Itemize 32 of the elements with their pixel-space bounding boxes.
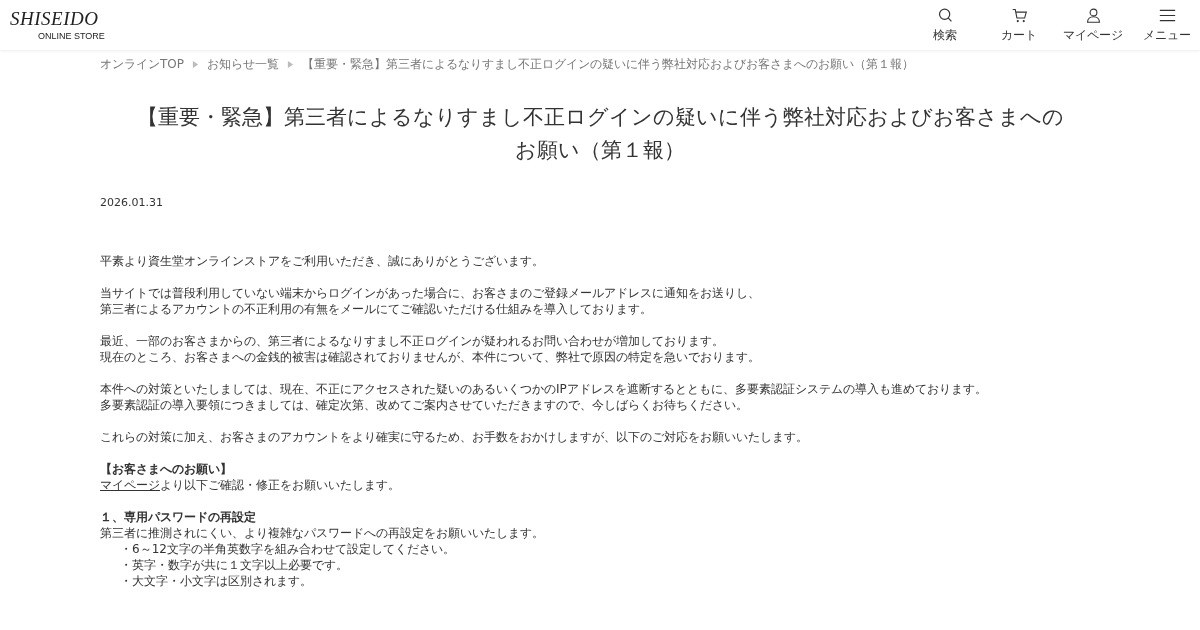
- search-icon: [936, 6, 954, 24]
- search-nav-button[interactable]: 検索: [912, 6, 978, 44]
- body-text: 当サイトでは普段利用していない端末からログインがあった場合に、お客さまのご登録メールアドレスに通知をお送りし、: [100, 285, 760, 302]
- bullet-item: ・6～12文字の半角英数字を組み合わせて設定してください。: [119, 541, 455, 558]
- section-heading: １、専用パスワードの再設定: [100, 509, 256, 526]
- body-text: 第三者によるアカウントの不正利用の有無をメールにてご確認いただける仕組みを導入しております。: [100, 301, 652, 318]
- bullet-item: ・大文字・小文字は区別されます。: [119, 573, 312, 590]
- mypage-link[interactable]: マイページ: [100, 478, 160, 493]
- breadcrumb-link[interactable]: 【重要・緊急】第三者によるなりすまし不正ログインの疑いに伴う弊社対応およびお客さまへのお願い（第１報）: [302, 56, 914, 73]
- body-text: これらの対策に加え、お客さまのアカウントをより確実に守るため、お手数をおかけしますが、以下のご対応をお願いいたします。: [100, 429, 808, 446]
- body-text: 現在のところ、お客さまへの金銭的被害は確認されておりませんが、本件について、弊社で原因の特定を急いでおります。: [100, 349, 760, 366]
- store-logo-subtitle: ONLINE STORE: [38, 32, 105, 41]
- chevron-icon: [192, 61, 199, 68]
- bullet-item: ・英字・数字が共に１文字以上必要です。: [119, 557, 348, 574]
- chevron-icon: [287, 61, 294, 68]
- breadcrumb-link[interactable]: オンラインTOP: [100, 56, 184, 73]
- breadcrumb-link[interactable]: お知らせ一覧: [207, 56, 279, 73]
- cart-nav-button[interactable]: カート: [986, 6, 1052, 44]
- person-icon: [1084, 6, 1102, 24]
- body-text: 平素より資生堂オンラインストアをご利用いただき、誠にありがとうございます。: [100, 253, 544, 270]
- menu-nav-button[interactable]: メニュー: [1134, 6, 1200, 44]
- body-text: マイページより以下ご確認・修正をお願いいたします。: [100, 477, 400, 494]
- cart-icon: [1010, 6, 1028, 24]
- article-date: 2026.01.31: [99, 195, 164, 210]
- article-title: 【重要・緊急】第三者によるなりすまし不正ログインの疑いに伴う弊社対応およびお客さまへのお願い（第１報）: [135, 104, 1065, 164]
- section-heading: 【お客さまへのお願い】: [100, 461, 232, 478]
- body-text: 最近、一部のお客さまからの、第三者によるなりすまし不正ログインが疑われるお問い合わせが増加しております。: [100, 333, 724, 350]
- body-text: 第三者に推測されにくい、より複雑なパスワードへの再設定をお願いいたします。: [100, 525, 544, 542]
- body-text: 本件への対策といたしましては、現在、不正にアクセスされた疑いのあるいくつかのIPアドレスを遮断するとともに、多要素認証システムの導入も進めております。: [100, 381, 987, 398]
- body-text: 多要素認証の導入要領につきましては、確定次第、改めてご案内させていただきますので、今しばらくお待ちください。: [100, 397, 748, 414]
- store-logo[interactable]: SHISEIDO: [10, 9, 99, 28]
- person-nav-button[interactable]: マイページ: [1060, 6, 1126, 44]
